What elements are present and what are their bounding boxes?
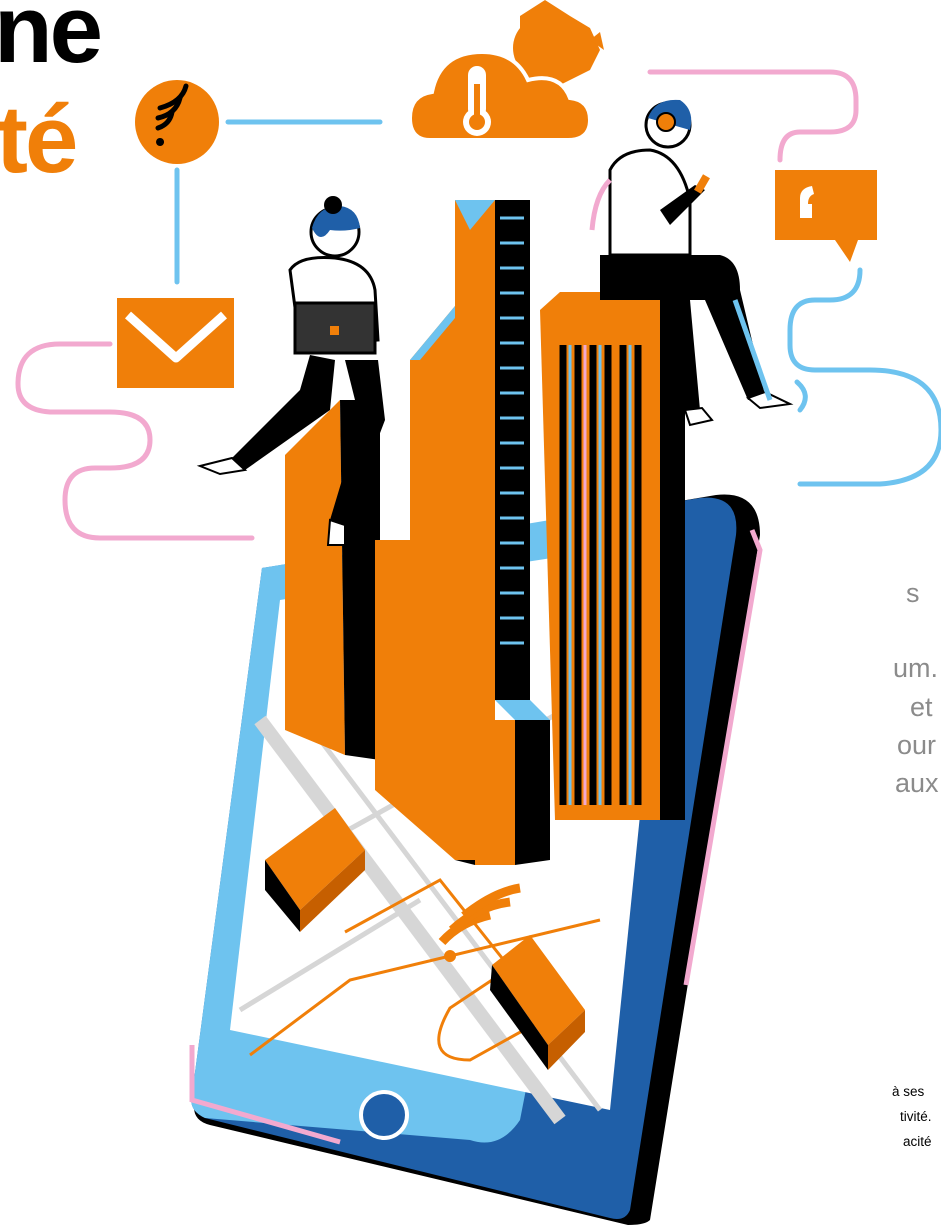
home-button-icon — [359, 1090, 409, 1140]
smart-city-illustration — [15, 0, 941, 1225]
chat-icon — [775, 170, 877, 262]
weather-icon — [407, 0, 604, 142]
wifi-icon — [135, 80, 219, 164]
mail-icon — [117, 298, 234, 388]
